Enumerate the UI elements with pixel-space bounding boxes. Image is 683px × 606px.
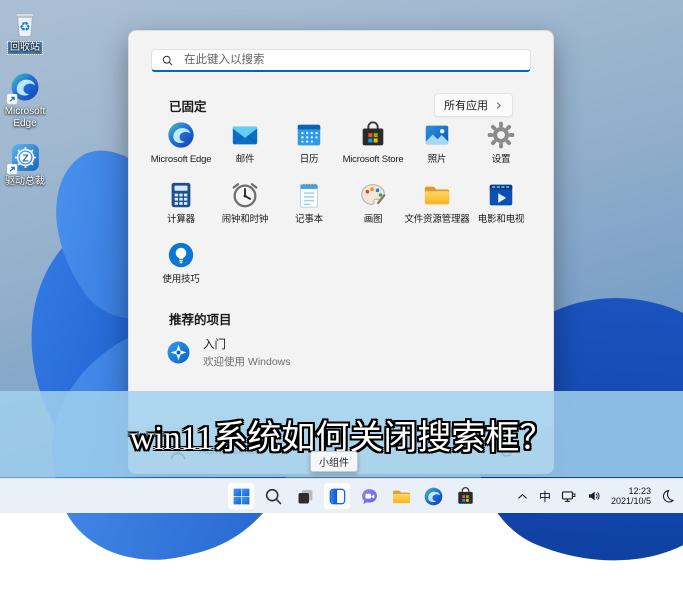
- pinned-app-microsoft-store[interactable]: Microsoft Store: [341, 117, 405, 177]
- calculator-icon: [166, 180, 196, 210]
- pinned-app-mail[interactable]: 邮件: [213, 117, 277, 177]
- pinned-app-photos[interactable]: 照片: [405, 117, 469, 177]
- clock-time: 12:23: [628, 486, 651, 497]
- taskbar-search-button[interactable]: [259, 482, 287, 510]
- all-apps-button[interactable]: 所有应用: [434, 93, 513, 117]
- desktop-icon-label: Microsoft Edge: [0, 106, 53, 130]
- task-view-icon: [295, 486, 316, 507]
- start-button[interactable]: [227, 482, 255, 510]
- desktop-icon-driver-app[interactable]: 驱动总裁: [0, 140, 53, 188]
- pinned-app-label: 闹钟和时钟: [222, 214, 269, 225]
- focus-assist-button[interactable]: [660, 488, 676, 504]
- pinned-app-alarms-clock[interactable]: 闹钟和时钟: [213, 177, 277, 237]
- calendar-icon: [294, 120, 324, 150]
- recycle-bin-icon: [8, 6, 42, 40]
- tray-overflow-button[interactable]: [515, 489, 530, 504]
- chat-icon: [359, 486, 380, 507]
- pinned-app-label: 文件资源管理器: [404, 214, 469, 225]
- edge-icon: [8, 70, 42, 104]
- volume-tray-button[interactable]: [586, 488, 602, 504]
- taskbar-clock[interactable]: 12:23 2021/10/5: [611, 486, 651, 507]
- pinned-app-movies-tv[interactable]: 电影和电视: [469, 177, 533, 237]
- pinned-app-paint[interactable]: 画图: [341, 177, 405, 237]
- widgets-tooltip: 小组件: [310, 451, 358, 472]
- mail-icon: [230, 120, 260, 150]
- photos-icon: [422, 120, 452, 150]
- pinned-apps-grid: Microsoft Edge 邮件 日历 Microsoft Store 照片 …: [149, 117, 533, 297]
- paint-icon: [358, 180, 388, 210]
- task-view-button[interactable]: [291, 482, 319, 510]
- pinned-app-file-explorer[interactable]: 文件资源管理器: [405, 177, 469, 237]
- movies-tv-icon: [486, 180, 516, 210]
- alarm-clock-icon: [230, 180, 260, 210]
- speaker-icon: [586, 488, 602, 504]
- taskbar: 中 12:23 2021/10/5: [0, 478, 683, 513]
- shortcut-arrow-icon: [7, 164, 18, 175]
- pinned-app-label: 日历: [300, 154, 319, 165]
- notepad-icon: [294, 180, 324, 210]
- file-explorer-icon: [422, 180, 452, 210]
- driver-app-icon: [8, 140, 42, 174]
- pinned-app-label: 电影和电视: [478, 214, 525, 225]
- ethernet-network-icon: [560, 488, 577, 505]
- search-icon: [263, 486, 284, 507]
- widgets-button[interactable]: [323, 482, 351, 510]
- pinned-app-settings[interactable]: 设置: [469, 117, 533, 177]
- file-explorer-icon: [391, 486, 412, 507]
- pinned-app-notepad[interactable]: 记事本: [277, 177, 341, 237]
- search-input[interactable]: [182, 53, 521, 67]
- store-button[interactable]: [451, 482, 479, 510]
- recommended-item-title: 入门: [203, 336, 226, 352]
- windows-start-icon: [231, 486, 252, 507]
- pinned-app-label: 使用技巧: [162, 274, 199, 285]
- file-explorer-button[interactable]: [387, 482, 415, 510]
- edge-button[interactable]: [419, 482, 447, 510]
- start-search-box[interactable]: [151, 49, 531, 72]
- widgets-icon: [327, 486, 348, 507]
- desktop-icon-microsoft-edge[interactable]: Microsoft Edge: [0, 70, 53, 130]
- pinned-section-title: 已固定: [169, 96, 207, 115]
- pinned-app-label: 设置: [492, 154, 511, 165]
- pinned-app-label: Microsoft Store: [343, 154, 404, 165]
- pinned-app-label: 照片: [428, 154, 447, 165]
- pinned-app-calculator[interactable]: 计算器: [149, 177, 213, 237]
- store-icon: [455, 486, 476, 507]
- edge-icon: [423, 486, 444, 507]
- search-icon: [161, 54, 174, 67]
- pinned-app-label: Microsoft Edge: [151, 154, 212, 165]
- clock-date: 2021/10/5: [611, 496, 651, 507]
- shortcut-arrow-icon: [7, 94, 18, 105]
- desktop-icon-recycle-bin[interactable]: 回收站: [0, 6, 53, 54]
- moon-icon: [660, 488, 676, 504]
- taskbar-center-group: [227, 479, 479, 513]
- pinned-app-label: 画图: [364, 214, 383, 225]
- pinned-app-microsoft-edge[interactable]: Microsoft Edge: [149, 117, 213, 177]
- recommended-item-get-started[interactable]: 入门 欢迎使用 Windows: [157, 331, 367, 373]
- network-tray-button[interactable]: [560, 488, 577, 505]
- tips-icon: [166, 240, 196, 270]
- all-apps-label: 所有应用: [444, 97, 488, 113]
- recommended-item-subtitle: 欢迎使用 Windows: [203, 354, 291, 369]
- desktop-icon-label: 回收站: [8, 42, 42, 54]
- chat-button[interactable]: [355, 482, 383, 510]
- pinned-app-label: 计算器: [167, 214, 195, 225]
- pinned-app-label: 记事本: [295, 214, 323, 225]
- chevron-up-icon: [515, 489, 530, 504]
- desktop-icon-label: 驱动总裁: [3, 176, 47, 188]
- system-tray: 中 12:23 2021/10/5: [515, 479, 676, 513]
- pinned-app-label: 邮件: [236, 154, 255, 165]
- ime-indicator[interactable]: 中: [539, 488, 551, 505]
- recommended-section-title: 推荐的项目: [169, 309, 232, 328]
- store-icon: [358, 120, 388, 150]
- pinned-app-calendar[interactable]: 日历: [277, 117, 341, 177]
- get-started-icon: [165, 339, 192, 366]
- pinned-app-tips[interactable]: 使用技巧: [149, 237, 213, 297]
- edge-icon: [166, 120, 196, 150]
- chevron-right-icon: [494, 101, 503, 110]
- settings-gear-icon: [486, 120, 516, 150]
